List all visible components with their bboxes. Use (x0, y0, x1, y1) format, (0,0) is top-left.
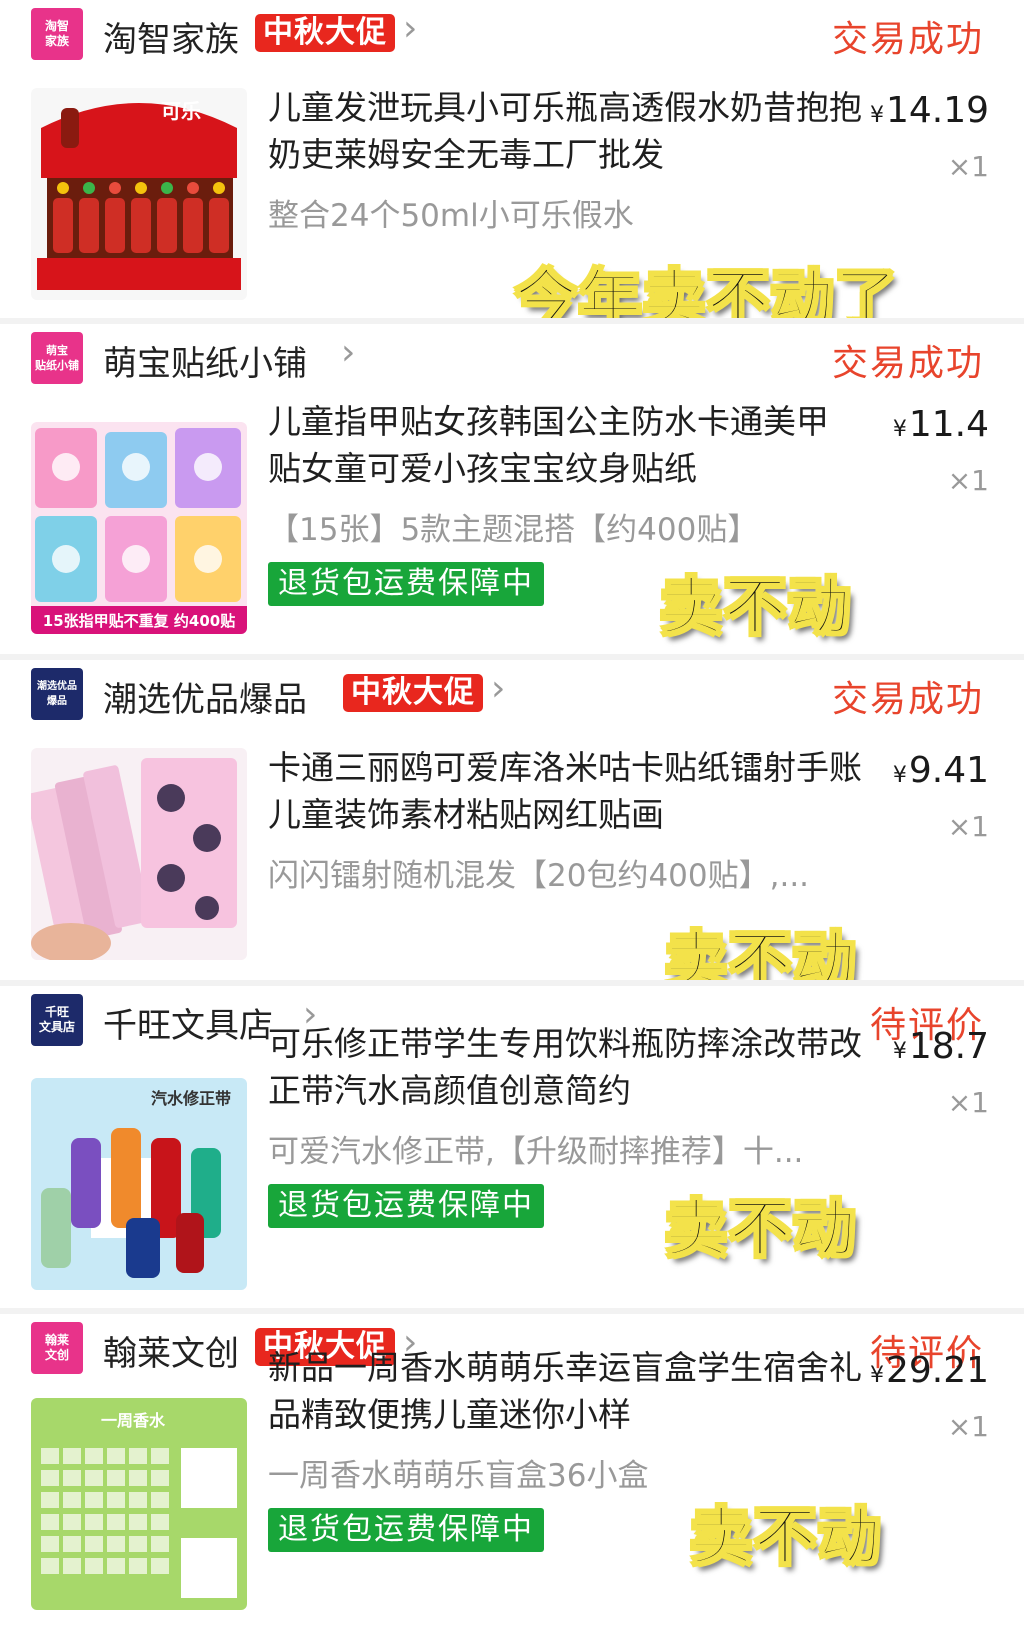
product-price: ¥18.7 (893, 1026, 989, 1067)
shop-logo[interactable]: 淘智 家族 (31, 8, 83, 60)
product-price: ¥29.21 (870, 1350, 989, 1391)
product-spec: 可爱汽水修正带,【升级耐摔推荐】十... (268, 1134, 804, 1170)
shop-logo[interactable]: 潮选优品 爆品 (31, 668, 83, 720)
return-shipping-badge: 退货包运费保障中 (268, 1508, 544, 1552)
product-thumbnail[interactable] (31, 748, 247, 960)
shop-name[interactable]: 淘智家族 (103, 12, 239, 61)
product-image (31, 748, 247, 960)
currency-symbol: ¥ (892, 1039, 907, 1064)
product-image: 一周香水 (31, 1398, 247, 1610)
overlay-caption: 卖不动 (689, 1499, 883, 1574)
product-thumbnail[interactable]: 15张指甲贴不重复 约400贴 (31, 422, 247, 634)
thumbnail-caption: 汽水修正带 (151, 1089, 231, 1108)
product-thumbnail[interactable]: 一周香水 (31, 1398, 247, 1610)
return-shipping-badge: 退货包运费保障中 (268, 562, 544, 606)
product-thumbnail[interactable]: 可乐 (31, 88, 247, 300)
order-card[interactable]: 淘智 家族 淘智家族 中秋大促 › 交易成功 可乐 儿童发泄玩具小可乐瓶高透假水… (0, 0, 1024, 318)
product-price: ¥14.19 (870, 90, 989, 131)
currency-symbol: ¥ (869, 1363, 884, 1388)
promo-tag: 中秋大促 (343, 674, 483, 712)
price-value: 18.7 (908, 1026, 989, 1067)
product-quantity: ×1 (947, 810, 989, 843)
chevron-right-icon[interactable]: › (491, 668, 505, 709)
currency-symbol: ¥ (869, 103, 884, 128)
overlay-caption: 卖不动 (664, 1191, 858, 1266)
price-value: 14.19 (885, 90, 989, 131)
order-card[interactable]: 萌宝 贴纸小铺 萌宝贴纸小铺 › 交易成功 15张指甲贴不重复 约400贴 儿童… (0, 324, 1024, 654)
shop-row[interactable]: 潮选优品 爆品 潮选优品爆品 中秋大促 › 交易成功 (31, 660, 1024, 724)
product-title[interactable]: 儿童发泄玩具小可乐瓶高透假水奶昔抱抱奶吏莱姆安全无毒工厂批发 (268, 84, 868, 178)
thumbnail-caption: 15张指甲贴不重复 约400贴 (43, 612, 235, 630)
return-shipping-badge: 退货包运费保障中 (268, 1184, 544, 1228)
product-quantity: ×1 (947, 1410, 989, 1443)
product-title[interactable]: 卡通三丽鸥可爱库洛米咕卡贴纸镭射手账儿童装饰素材粘贴网红贴画 (268, 744, 868, 838)
thumbnail-caption: 一周香水 (101, 1411, 166, 1430)
overlay-caption: 卖不动 (664, 923, 858, 980)
order-status: 交易成功 (831, 679, 984, 720)
currency-symbol: ¥ (892, 417, 907, 442)
product-quantity: ×1 (947, 1086, 989, 1119)
shop-name[interactable]: 翰莱文创 (103, 1326, 239, 1375)
product-spec: 【15张】5款主题混搭【约400贴】 (268, 512, 759, 548)
product-title[interactable]: 可乐修正带学生专用饮料瓶防摔涂改带改正带汽水高颜值创意简约 (268, 1020, 868, 1114)
price-value: 9.41 (908, 750, 989, 791)
chevron-right-icon[interactable]: › (403, 8, 417, 49)
shop-logo[interactable]: 千旺 文具店 (31, 994, 83, 1046)
product-quantity: ×1 (947, 150, 989, 183)
chevron-right-icon[interactable]: › (341, 332, 355, 373)
promo-tag: 中秋大促 (255, 14, 395, 52)
order-card[interactable]: 翰莱 文创 翰莱文创 中秋大促 › 待评价 一周香水 新品一周香水萌萌乐幸运盲盒… (0, 1314, 1024, 1652)
overlay-caption: 卖不动 (659, 569, 853, 644)
shop-name[interactable]: 千旺文具店 (103, 998, 273, 1047)
product-thumbnail[interactable]: 汽水修正带 (31, 1078, 247, 1290)
product-spec: 整合24个50ml小可乐假水 (268, 198, 634, 234)
currency-symbol: ¥ (892, 763, 907, 788)
shop-name[interactable]: 萌宝贴纸小铺 (103, 336, 307, 385)
shop-row[interactable]: 萌宝 贴纸小铺 萌宝贴纸小铺 › 交易成功 (31, 324, 1024, 388)
product-price: ¥9.41 (893, 750, 989, 791)
product-quantity: ×1 (947, 464, 989, 497)
price-value: 29.21 (885, 1350, 989, 1391)
product-spec: 闪闪镭射随机混发【20包约400贴】,... (268, 858, 810, 894)
product-title[interactable]: 儿童指甲贴女孩韩国公主防水卡通美甲贴女童可爱小孩宝宝纹身贴纸 (268, 398, 833, 492)
product-image: 15张指甲贴不重复 约400贴 (31, 422, 247, 634)
shop-name[interactable]: 潮选优品爆品 (103, 672, 307, 721)
order-card[interactable]: 潮选优品 爆品 潮选优品爆品 中秋大促 › 交易成功 卡通三丽鸥可爱库洛米咕卡贴… (0, 660, 1024, 980)
order-status: 交易成功 (831, 19, 984, 60)
product-title[interactable]: 新品一周香水萌萌乐幸运盲盒学生宿舍礼品精致便携儿童迷你小样 (268, 1344, 868, 1438)
order-card[interactable]: 千旺 文具店 千旺文具店 › 待评价 汽水修正带 可乐修正带学生专用饮料瓶防摔涂… (0, 986, 1024, 1308)
overlay-caption: 今年卖不动了 (514, 261, 900, 318)
shop-logo[interactable]: 萌宝 贴纸小铺 (31, 332, 83, 384)
product-image: 可乐 (31, 88, 247, 300)
shop-row[interactable]: 淘智 家族 淘智家族 中秋大促 › 交易成功 (31, 0, 1024, 64)
shop-logo[interactable]: 翰莱 文创 (31, 1322, 83, 1374)
order-status: 交易成功 (831, 343, 984, 384)
price-value: 11.4 (908, 404, 989, 445)
product-image: 汽水修正带 (31, 1078, 247, 1290)
svg-text:可乐: 可乐 (161, 99, 201, 123)
product-price: ¥11.4 (893, 404, 989, 445)
